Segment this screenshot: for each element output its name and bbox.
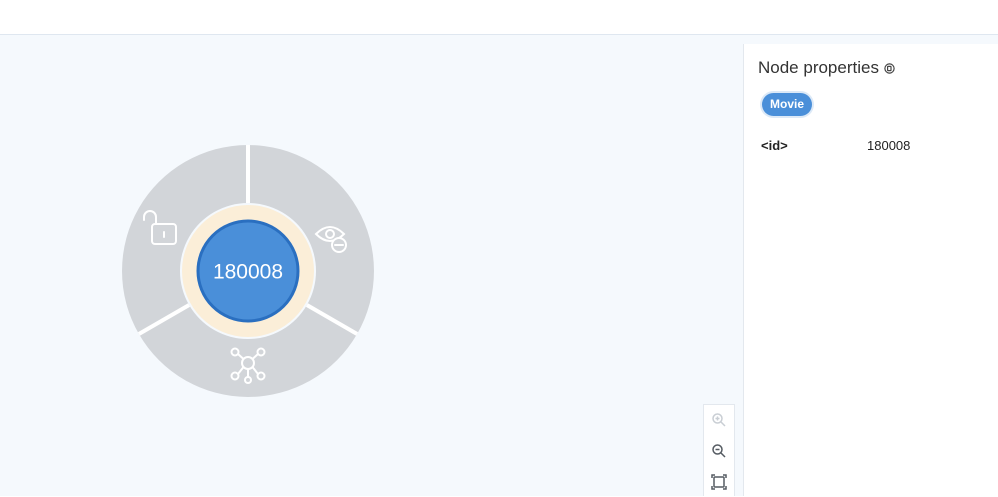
fit-view-icon — [711, 474, 727, 490]
node-properties-panel: Node properties Movie <id> 180008 — [743, 44, 998, 496]
copy-icon[interactable] — [884, 62, 895, 74]
zoom-out-icon — [712, 444, 726, 458]
zoom-out-button[interactable] — [704, 436, 734, 466]
node-label: 180008 — [213, 261, 283, 284]
property-row: <id> 180008 — [761, 138, 991, 156]
top-bar — [0, 0, 998, 35]
fit-view-button[interactable] — [704, 467, 734, 497]
property-key: <id> — [761, 138, 788, 153]
panel-title: Node properties — [758, 58, 895, 78]
zoom-in-icon — [712, 413, 726, 427]
node-context-ring-menu: 180008 — [122, 145, 374, 397]
panel-title-text: Node properties — [758, 58, 879, 77]
node-label-badge[interactable]: Movie — [762, 93, 813, 116]
zoom-in-button[interactable] — [704, 405, 734, 435]
property-value: 180008 — [867, 138, 911, 153]
zoom-controls — [703, 404, 735, 496]
